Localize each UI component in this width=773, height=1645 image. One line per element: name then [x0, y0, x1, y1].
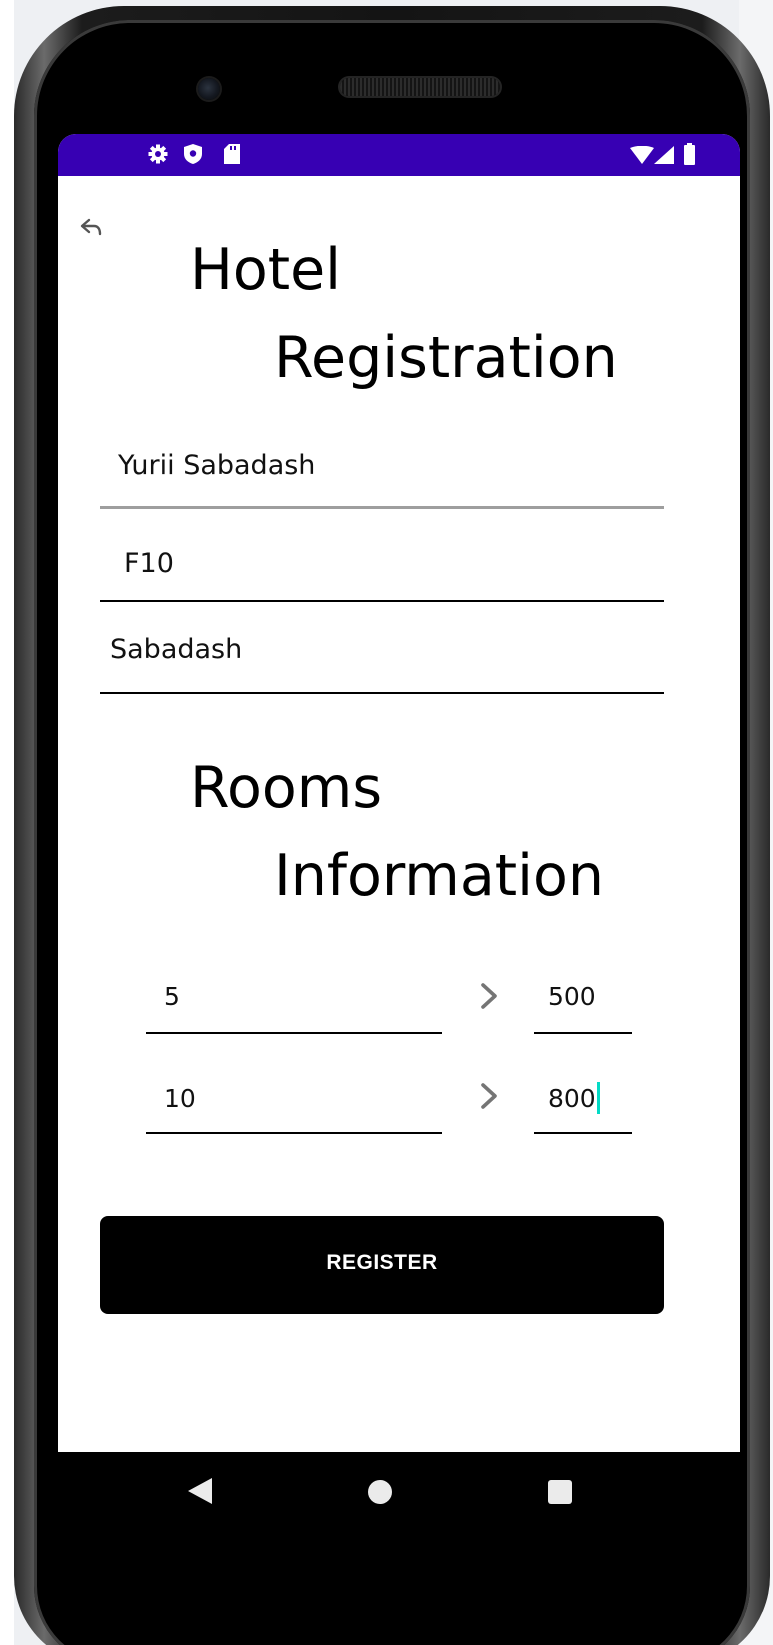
register-button[interactable]: REGISTER	[100, 1216, 664, 1314]
sd-card-icon	[224, 144, 240, 164]
chevron-right-icon	[481, 1083, 497, 1109]
battery-icon	[684, 143, 695, 165]
registration-screen: Hotel Registration Yurii Sabadash F10 Sa…	[58, 176, 740, 1452]
front-camera	[198, 78, 220, 100]
undo-arrow-icon[interactable]	[80, 218, 102, 236]
nav-back-icon[interactable]	[188, 1478, 212, 1504]
page-title-line-2: Registration	[274, 325, 618, 391]
window-edge-left	[0, 0, 14, 1645]
surname-field[interactable]: Sabadash	[100, 628, 664, 694]
nav-home-icon[interactable]	[368, 1480, 392, 1504]
chevron-right-icon	[481, 983, 497, 1009]
page-title-line-1: Hotel	[190, 237, 341, 303]
full-name-value: Yurii Sabadash	[118, 450, 316, 481]
room-price-field-2[interactable]: 800	[534, 1076, 632, 1134]
room-price-value: 800	[548, 1084, 596, 1113]
earpiece-speaker	[340, 78, 500, 96]
room-count-value: 10	[164, 1084, 196, 1113]
nav-recents-icon[interactable]	[548, 1480, 572, 1504]
room-value: F10	[124, 548, 174, 579]
room-count-field-1[interactable]: 5	[146, 976, 442, 1034]
signal-icon	[654, 146, 674, 164]
wifi-icon	[630, 146, 654, 164]
device-screen: Hotel Registration Yurii Sabadash F10 Sa…	[58, 134, 740, 1452]
section-title-line-1: Rooms	[190, 755, 383, 821]
gear-icon	[148, 144, 168, 164]
full-name-field[interactable]: Yurii Sabadash	[100, 442, 664, 509]
room-count-field-2[interactable]: 10	[146, 1076, 442, 1134]
text-cursor	[597, 1082, 600, 1114]
room-count-value: 5	[164, 982, 180, 1011]
system-navigation-bar	[58, 1452, 740, 1528]
surname-value: Sabadash	[110, 634, 243, 665]
section-title-line-2: Information	[274, 843, 604, 909]
room-field[interactable]: F10	[100, 536, 664, 602]
room-price-value: 500	[548, 982, 596, 1011]
status-bar	[58, 134, 740, 176]
shield-icon	[184, 144, 202, 164]
register-button-label: REGISTER	[326, 1251, 438, 1274]
room-price-field-1[interactable]: 500	[534, 976, 632, 1034]
